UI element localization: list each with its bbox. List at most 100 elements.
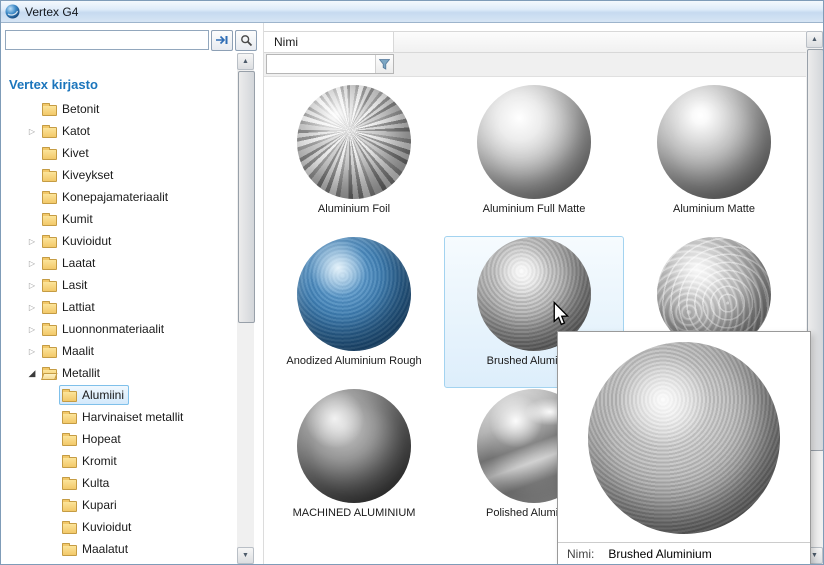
tree-row-body: Alumiini: [59, 385, 129, 405]
search-icon: [240, 34, 253, 47]
tree-row-body: Betonit: [39, 99, 104, 119]
material-sphere: [297, 85, 411, 199]
tree-item-label: Kivet: [62, 146, 89, 160]
material-card-aluminium-full-matte[interactable]: Aluminium Full Matte: [444, 84, 624, 236]
sidebar-scrollbar[interactable]: ▲ ▼: [237, 53, 254, 564]
folder-icon: [42, 347, 57, 358]
preview-sphere: [588, 342, 780, 534]
sidebar-item-kromit[interactable]: Kromit: [1, 450, 237, 472]
tree-row-body: Kulta: [59, 473, 114, 493]
sidebar-item-harvinaiset-metallit[interactable]: Harvinaiset metallit: [1, 406, 237, 428]
expander-icon[interactable]: ▷: [25, 127, 39, 136]
sidebar-item-kuvioidut[interactable]: Kuvioidut: [1, 516, 237, 538]
folder-icon: [42, 369, 57, 380]
tree-row-body: Kromit: [59, 451, 122, 471]
folder-icon: [42, 259, 57, 270]
preview-footer: Nimi: Brushed Aluminium: [558, 542, 810, 565]
window-title: Vertex G4: [25, 5, 78, 19]
tree-row-body: Lattiat: [39, 297, 100, 317]
go-arrow-icon: [215, 34, 229, 46]
tree-item-label: Kupari: [82, 498, 117, 512]
search-input[interactable]: [5, 30, 209, 50]
sidebar-scroll-down-button[interactable]: ▼: [237, 547, 254, 564]
sidebar-item-lasit[interactable]: ▷ Lasit: [1, 274, 237, 296]
material-card-aluminium-matte[interactable]: Aluminium Matte: [624, 84, 804, 236]
sidebar-item-luonnonmateriaalit[interactable]: ▷ Luonnonmateriaalit: [1, 318, 237, 340]
tree-row-body: Hopeat: [59, 429, 126, 449]
library-tree: Betonit ▷ Katot Kivet Kiveykset Konepaja…: [1, 98, 237, 560]
expander-icon[interactable]: ▷: [25, 325, 39, 334]
filter-button[interactable]: [375, 55, 393, 73]
tree-item-label: Harvinaiset metallit: [82, 410, 183, 424]
folder-icon: [62, 479, 77, 490]
folder-icon: [42, 193, 57, 204]
toolbar: [5, 29, 257, 51]
sidebar-item-laatat[interactable]: ▷ Laatat: [1, 252, 237, 274]
sidebar-scroll-up-button[interactable]: ▲: [237, 53, 254, 70]
material-name: Anodized Aluminium Rough: [286, 355, 421, 367]
tree-item-label: Laatat: [62, 256, 95, 270]
folder-icon: [62, 457, 77, 468]
material-sphere: [297, 389, 411, 503]
library-heading: Vertex kirjasto: [1, 53, 237, 98]
sidebar-item-maalit[interactable]: ▷ Maalit: [1, 340, 237, 362]
mouse-cursor: [552, 301, 570, 328]
preview-field-value: Brushed Aluminium: [608, 547, 711, 561]
filter-input[interactable]: [267, 55, 375, 73]
expander-icon[interactable]: ▷: [25, 259, 39, 268]
sidebar-item-kivet[interactable]: Kivet: [1, 142, 237, 164]
tree-row-body: Kiveykset: [39, 165, 118, 185]
sidebar-item-katot[interactable]: ▷ Katot: [1, 120, 237, 142]
expander-icon[interactable]: ◢: [25, 368, 39, 379]
search-button[interactable]: [235, 30, 257, 51]
sidebar-item-hopeat[interactable]: Hopeat: [1, 428, 237, 450]
sidebar-item-kulta[interactable]: Kulta: [1, 472, 237, 494]
sidebar-item-maalatut[interactable]: Maalatut: [1, 538, 237, 560]
material-name: Aluminium Matte: [673, 203, 755, 215]
tree-item-label: Kuvioidut: [62, 234, 111, 248]
tree-item-label: Kuvioidut: [82, 520, 131, 534]
tree-row-body: Kivet: [39, 143, 94, 163]
sidebar-item-betonit[interactable]: Betonit: [1, 98, 237, 120]
tree-row-body: Luonnonmateriaalit: [39, 319, 169, 339]
expander-icon[interactable]: ▷: [25, 303, 39, 312]
sidebar-item-metallit[interactable]: ◢ Metallit: [1, 362, 237, 384]
material-preview-popup: Nimi: Brushed Aluminium: [557, 331, 811, 565]
sidebar-item-konepajamateriaalit[interactable]: Konepajamateriaalit: [1, 186, 237, 208]
tree-item-label: Kumit: [62, 212, 93, 226]
go-button[interactable]: [211, 30, 233, 51]
app-window: Vertex G4 Vertex kirjasto: [0, 0, 824, 565]
tree-item-label: Metallit: [62, 366, 100, 380]
sidebar-item-lattiat[interactable]: ▷ Lattiat: [1, 296, 237, 318]
sidebar-item-kuvioidut[interactable]: ▷ Kuvioidut: [1, 230, 237, 252]
folder-icon: [42, 105, 57, 116]
column-header-nimi[interactable]: Nimi: [264, 32, 394, 52]
material-card-aluminium-foil[interactable]: Aluminium Foil: [264, 84, 444, 236]
expander-icon[interactable]: ▷: [25, 237, 39, 246]
tree-row-body: Lasit: [39, 275, 92, 295]
folder-icon: [62, 391, 77, 402]
tree-item-label: Lasit: [62, 278, 87, 292]
folder-icon: [62, 523, 77, 534]
titlebar[interactable]: Vertex G4: [1, 1, 823, 23]
folder-icon: [42, 325, 57, 336]
tree-row-body: Konepajamateriaalit: [39, 187, 173, 207]
material-card-anodized-aluminium-rough[interactable]: Anodized Aluminium Rough: [264, 236, 444, 388]
tree-item-label: Alumiini: [82, 388, 124, 402]
sidebar-item-kiveykset[interactable]: Kiveykset: [1, 164, 237, 186]
sidebar-scroll-thumb[interactable]: [238, 71, 255, 323]
sidebar-item-alumiini[interactable]: Alumiini: [1, 384, 237, 406]
tree-item-label: Maalit: [62, 344, 94, 358]
main-scroll-up-button[interactable]: ▲: [806, 31, 823, 48]
material-card-machined-aluminium[interactable]: MACHINED ALUMINIUM: [264, 388, 444, 540]
preview-field-label: Nimi:: [567, 547, 594, 561]
tree-row-body: Katot: [39, 121, 95, 141]
expander-icon[interactable]: ▷: [25, 281, 39, 290]
material-name: MACHINED ALUMINIUM: [293, 507, 416, 519]
sidebar-item-kumit[interactable]: Kumit: [1, 208, 237, 230]
tree-row-body: Metallit: [39, 363, 105, 383]
tree-row-body: Maalatut: [59, 539, 133, 559]
expander-icon[interactable]: ▷: [25, 347, 39, 356]
folder-icon: [62, 413, 77, 424]
sidebar-item-kupari[interactable]: Kupari: [1, 494, 237, 516]
